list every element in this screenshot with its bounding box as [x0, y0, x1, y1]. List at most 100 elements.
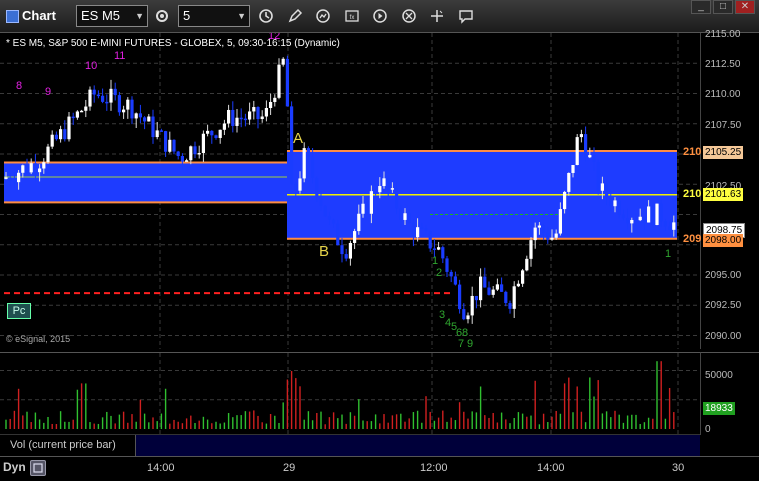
- candle-body: [63, 129, 67, 140]
- draw-tool-button[interactable]: [283, 5, 307, 27]
- count-label: 12: [268, 33, 281, 42]
- annotation-button[interactable]: [454, 5, 478, 27]
- play-button[interactable]: [368, 5, 392, 27]
- candle-body: [592, 155, 596, 163]
- point-a-label: A: [293, 130, 304, 147]
- candle-body: [365, 203, 369, 214]
- candle-body: [525, 258, 529, 271]
- price-axis[interactable]: 2115.00 2112.50 2110.00 2107.50 2102.50 …: [700, 29, 759, 349]
- close-button[interactable]: ✕: [735, 0, 755, 14]
- volume-tick: 0: [705, 424, 711, 435]
- candle-body: [319, 197, 323, 206]
- candle-body: [29, 163, 33, 173]
- candle-body: [294, 184, 298, 191]
- candle-body: [579, 134, 583, 138]
- price-chart[interactable]: [0, 33, 700, 349]
- candle-body: [8, 177, 12, 181]
- candle-body: [411, 222, 415, 238]
- interval-input[interactable]: 5 ▼: [178, 5, 250, 27]
- formula-icon: [316, 9, 330, 23]
- candle-body: [600, 183, 604, 191]
- axis-mode-button[interactable]: [30, 460, 46, 476]
- candle-body: [390, 188, 394, 190]
- time-axis[interactable]: Dyn 14:00 29 12:00 14:00 30: [0, 456, 759, 481]
- candle-body: [483, 276, 487, 288]
- candle-body: [298, 178, 302, 191]
- candle-body: [239, 117, 243, 120]
- candle-body: [386, 178, 390, 190]
- candle-body: [550, 237, 554, 240]
- candle-body: [227, 109, 231, 124]
- candle-body: [462, 309, 466, 320]
- symbol-link-button[interactable]: [397, 5, 421, 27]
- candle-body: [214, 135, 218, 138]
- candle-body: [537, 225, 541, 228]
- candle-body: [222, 123, 226, 130]
- count-label: 2: [436, 267, 443, 279]
- candle-body: [516, 283, 520, 287]
- candle-body: [672, 222, 676, 230]
- count-label: 7: [458, 338, 465, 349]
- candle-body: [504, 291, 508, 304]
- price-tick: 2090.00: [705, 331, 742, 342]
- candle-body: [21, 165, 25, 173]
- formula-button[interactable]: [311, 5, 335, 27]
- crosshair-button[interactable]: [425, 5, 449, 27]
- previous-close-label[interactable]: Pc: [7, 303, 31, 319]
- symbol-input[interactable]: ES M5 ▼: [76, 5, 148, 27]
- price-tick: 2092.50: [705, 300, 742, 311]
- candle-body: [54, 134, 58, 140]
- clock-button[interactable]: [254, 5, 278, 27]
- gear-icon: [156, 10, 168, 22]
- candle-body: [453, 276, 457, 285]
- candle-body: [84, 106, 88, 111]
- volume-tick: 50000: [705, 370, 733, 381]
- candle-body: [42, 162, 46, 169]
- symbol-settings-button[interactable]: [150, 5, 174, 27]
- candle-body: [634, 219, 638, 222]
- candle-body: [105, 101, 109, 104]
- price-tick: 2110.00: [705, 89, 741, 100]
- candle-body: [428, 231, 432, 249]
- minimize-button[interactable]: _: [691, 0, 711, 14]
- candle-body: [201, 133, 205, 154]
- window-title: Chart: [4, 5, 56, 27]
- candle-body: [109, 88, 113, 103]
- candle-body: [332, 219, 336, 224]
- candle-body: [185, 160, 189, 162]
- symbol-value: ES M5: [81, 8, 121, 23]
- volume-study-label-bar[interactable]: Vol (current price bar): [0, 434, 700, 457]
- volume-axis[interactable]: 50000 0 18933: [700, 352, 759, 435]
- studies-button[interactable]: fx: [340, 5, 364, 27]
- candle-body: [584, 134, 588, 158]
- candle-body: [126, 99, 130, 110]
- candle-body: [134, 113, 138, 119]
- candle-body: [495, 284, 499, 290]
- candle-body: [474, 295, 478, 301]
- price-pane[interactable]: * ES M5, S&P 500 E-MINI FUTURES - GLOBEX…: [0, 33, 700, 349]
- candle-body: [508, 303, 512, 309]
- candle-body: [361, 203, 365, 214]
- count-label: 10: [85, 60, 98, 72]
- time-tick: 12:00: [420, 462, 448, 474]
- candle-body: [25, 165, 29, 173]
- candle-body: [437, 247, 441, 250]
- candle-body: [311, 156, 315, 178]
- volume-pane[interactable]: [0, 352, 700, 435]
- interval-value: 5: [183, 8, 191, 23]
- count-label: 8: [16, 80, 23, 92]
- candle-body: [336, 223, 340, 246]
- volume-chart[interactable]: [0, 353, 700, 435]
- candle-body: [647, 206, 651, 223]
- candle-body: [655, 203, 659, 225]
- candle-body: [651, 206, 655, 225]
- candle-body: [80, 110, 84, 113]
- time-tick: 14:00: [147, 462, 175, 474]
- candle-body: [613, 200, 617, 207]
- chart-description: * ES M5, S&P 500 E-MINI FUTURES - GLOBEX…: [6, 38, 340, 49]
- candle-body: [621, 214, 625, 219]
- maximize-button[interactable]: □: [713, 0, 733, 14]
- midline-price-tag: 2101.63: [703, 188, 744, 201]
- price-tick: 2095.00: [705, 270, 742, 281]
- candle-body: [420, 227, 424, 229]
